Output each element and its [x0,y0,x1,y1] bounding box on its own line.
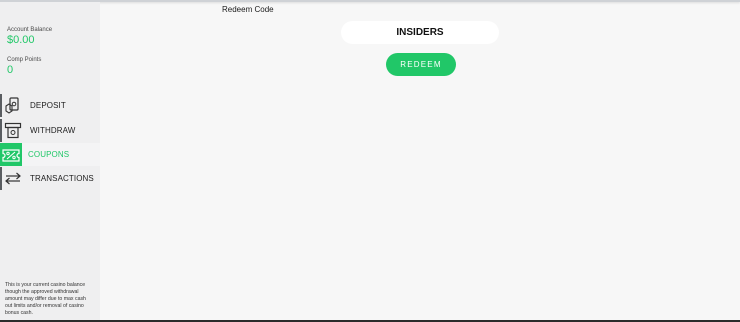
nav-item-indicator [0,167,2,190]
top-edge [0,0,740,2]
balance-disclaimer: This is your current casino balance thou… [5,282,86,316]
withdraw-icon [4,122,22,139]
comp-points-label: Comp Points [7,57,42,63]
nav-item-indicator [0,119,2,142]
nav-item-withdraw[interactable]: WITHDRAW [0,119,100,142]
account-balance-value: $0.00 [7,34,35,46]
nav-item-label: DEPOSIT [30,101,66,110]
coupon-icon [2,149,20,162]
account-balance-label: Account Balance [7,27,53,33]
transactions-icon [5,172,21,185]
page-title: Redeem Code [222,5,274,14]
deposit-icon [5,97,19,114]
comp-points-value: 0 [7,64,14,76]
coupon-code-input[interactable] [341,21,499,44]
redeem-button[interactable]: REDEEM [386,53,456,76]
sidebar: Account Balance $0.00 Comp Points 0 DEPO… [0,2,100,320]
nav-item-label: COUPONS [28,150,70,159]
nav-item-coupons[interactable]: COUPONS [0,143,100,166]
nav-item-deposit[interactable]: DEPOSIT [0,94,100,117]
nav-item-label: WITHDRAW [30,126,76,135]
nav-item-indicator [0,94,2,117]
nav-item-label: TRANSACTIONS [30,174,94,183]
nav-item-transactions[interactable]: TRANSACTIONS [0,167,100,190]
